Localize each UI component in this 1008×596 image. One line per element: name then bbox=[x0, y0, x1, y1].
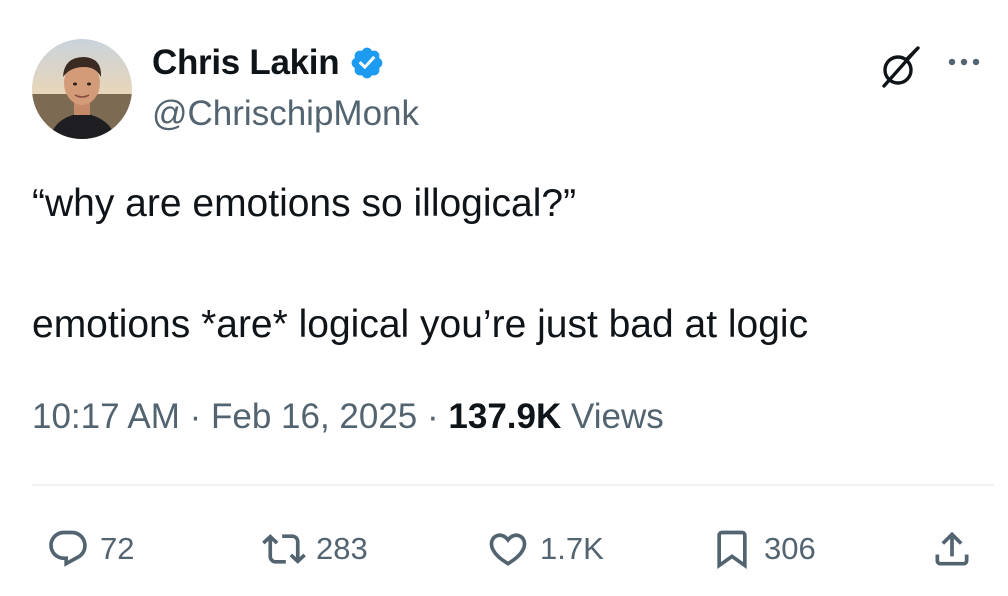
meta-separator: · bbox=[179, 397, 211, 436]
more-dots-icon[interactable] bbox=[940, 52, 988, 72]
author-handle[interactable]: @ChrischipMonk bbox=[152, 93, 419, 135]
tweet-date[interactable]: Feb 16, 2025 bbox=[211, 397, 417, 436]
share-icon bbox=[935, 531, 969, 566]
author-name[interactable]: Chris Lakin bbox=[152, 42, 340, 84]
bookmark-button[interactable]: 306 bbox=[710, 525, 816, 573]
reply-button[interactable]: 72 bbox=[46, 525, 134, 573]
tweet-text-line: emotions *are* logical you’re just bad a… bbox=[32, 303, 809, 346]
meta-separator: · bbox=[417, 397, 449, 436]
tweet-time[interactable]: 10:17 AM bbox=[32, 397, 180, 436]
tweet-meta: 10:17 AM · Feb 16, 2025 · 137.9K Views bbox=[32, 395, 664, 439]
like-count: 1.7K bbox=[540, 531, 604, 566]
views-label: Views bbox=[561, 397, 664, 436]
bookmark-icon bbox=[717, 530, 747, 570]
tweet-text-line: “why are emotions so illogical?” bbox=[32, 182, 577, 225]
views-count[interactable]: 137.9K bbox=[448, 397, 561, 436]
retweet-count: 283 bbox=[316, 531, 368, 566]
share-button[interactable] bbox=[930, 525, 974, 573]
reply-count: 72 bbox=[100, 531, 135, 566]
retweet-button[interactable]: 283 bbox=[262, 525, 368, 573]
bookmark-count: 306 bbox=[764, 531, 816, 566]
reply-bubble-icon bbox=[49, 530, 87, 567]
retweet-icon bbox=[262, 534, 306, 564]
heart-icon bbox=[489, 533, 527, 566]
avatar-image bbox=[32, 39, 132, 139]
grok-icon[interactable] bbox=[876, 44, 924, 92]
author-name-row[interactable]: Chris Lakin bbox=[152, 42, 385, 84]
verified-badge-icon[interactable] bbox=[349, 45, 385, 81]
like-button[interactable]: 1.7K bbox=[486, 525, 604, 573]
avatar[interactable] bbox=[32, 39, 132, 139]
divider bbox=[32, 484, 994, 486]
